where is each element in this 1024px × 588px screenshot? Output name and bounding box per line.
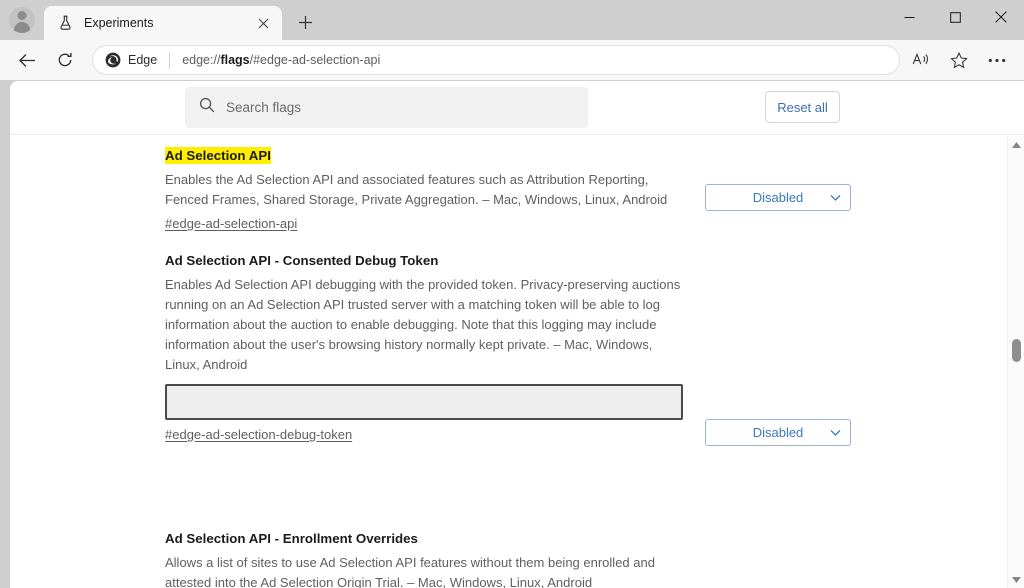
- browser-toolbar: Edge edge://flags/#edge-ad-selection-api: [0, 40, 1024, 80]
- flag-description: Allows a list of sites to use Ad Selecti…: [165, 553, 685, 588]
- flag-text-input[interactable]: [165, 384, 683, 420]
- flag-state-value: Disabled: [753, 190, 804, 205]
- refresh-icon[interactable]: [48, 44, 82, 76]
- flag-permalink[interactable]: #edge-ad-selection-debug-token: [165, 425, 352, 445]
- url-host: flags: [220, 53, 249, 67]
- minimize-button[interactable]: [886, 0, 932, 34]
- edge-logo-icon: [105, 52, 121, 68]
- flag-permalink-wrap: #edge-ad-selection-api: [165, 214, 685, 234]
- flag-permalink-wrap: #edge-ad-selection-debug-token: [165, 425, 685, 445]
- flag-title-wrap: Ad Selection API: [165, 147, 685, 165]
- flag-title-wrap: Ad Selection API - Consented Debug Token: [165, 252, 685, 270]
- profile-button[interactable]: [0, 0, 44, 40]
- caret-down-icon[interactable]: [1008, 571, 1024, 588]
- url-prefix: edge://: [182, 53, 220, 67]
- search-placeholder: Search flags: [226, 100, 301, 115]
- window-controls: [886, 0, 1024, 40]
- ellipsis-icon[interactable]: [980, 44, 1014, 76]
- flag-state-select[interactable]: Disabled: [705, 419, 851, 446]
- back-arrow-icon[interactable]: [10, 44, 44, 76]
- flag-entry: Ad Selection API - Consented Debug Token…: [10, 252, 1024, 432]
- chevron-down-icon: [830, 194, 841, 201]
- flag-entry: Ad Selection API Enables the Ad Selectio…: [10, 147, 1024, 237]
- tab-strip: Experiments: [0, 0, 1024, 40]
- flags-list: Ad Selection API Enables the Ad Selectio…: [10, 136, 1024, 588]
- omnibox-divider: [169, 52, 170, 69]
- flag-state-value: Disabled: [753, 425, 804, 440]
- flag-entry: Ad Selection API - Enrollment Overrides …: [10, 530, 1024, 588]
- new-tab-button[interactable]: [290, 7, 320, 37]
- caret-up-icon[interactable]: [1008, 136, 1024, 153]
- maximize-button[interactable]: [932, 0, 978, 34]
- flag-title: Ad Selection API - Enrollment Overrides: [165, 530, 418, 547]
- flags-page: Search flags Reset all Ad Selection API …: [10, 81, 1024, 588]
- flag-permalink[interactable]: #edge-ad-selection-api: [165, 214, 297, 234]
- url-text: edge://flags/#edge-ad-selection-api: [182, 53, 893, 67]
- flag-title: Ad Selection API: [165, 147, 271, 164]
- address-bar[interactable]: Edge edge://flags/#edge-ad-selection-api: [92, 45, 900, 75]
- flag-body: Ad Selection API - Enrollment Overrides …: [165, 530, 685, 588]
- account-avatar-icon: [9, 7, 35, 33]
- read-aloud-icon[interactable]: [904, 44, 938, 76]
- flag-description: Enables the Ad Selection API and associa…: [165, 170, 685, 210]
- chevron-down-icon: [830, 429, 841, 436]
- search-icon: [199, 97, 215, 118]
- flask-icon: [56, 14, 74, 32]
- reset-all-button[interactable]: Reset all: [765, 91, 840, 123]
- close-icon[interactable]: [252, 12, 274, 34]
- edge-label: Edge: [128, 53, 157, 67]
- browser-tab[interactable]: Experiments: [44, 6, 282, 40]
- url-path: /#edge-ad-selection-api: [250, 53, 381, 67]
- flag-body: Ad Selection API Enables the Ad Selectio…: [165, 147, 685, 234]
- star-icon[interactable]: [942, 44, 976, 76]
- flag-description: Enables Ad Selection API debugging with …: [165, 275, 685, 375]
- flag-title-wrap: Ad Selection API - Enrollment Overrides: [165, 530, 685, 548]
- search-input[interactable]: Search flags: [185, 87, 588, 128]
- tab-title: Experiments: [84, 16, 252, 30]
- flag-state-select[interactable]: Disabled: [705, 184, 851, 211]
- edge-brand-badge: Edge: [105, 52, 157, 68]
- close-window-button[interactable]: [978, 0, 1024, 34]
- flag-title: Ad Selection API - Consented Debug Token: [165, 252, 438, 269]
- flag-body: Ad Selection API - Consented Debug Token…: [165, 252, 685, 445]
- page-scrollbar[interactable]: [1007, 136, 1024, 588]
- scrollbar-thumb[interactable]: [1012, 339, 1021, 362]
- flags-header: Search flags Reset all: [10, 81, 1024, 135]
